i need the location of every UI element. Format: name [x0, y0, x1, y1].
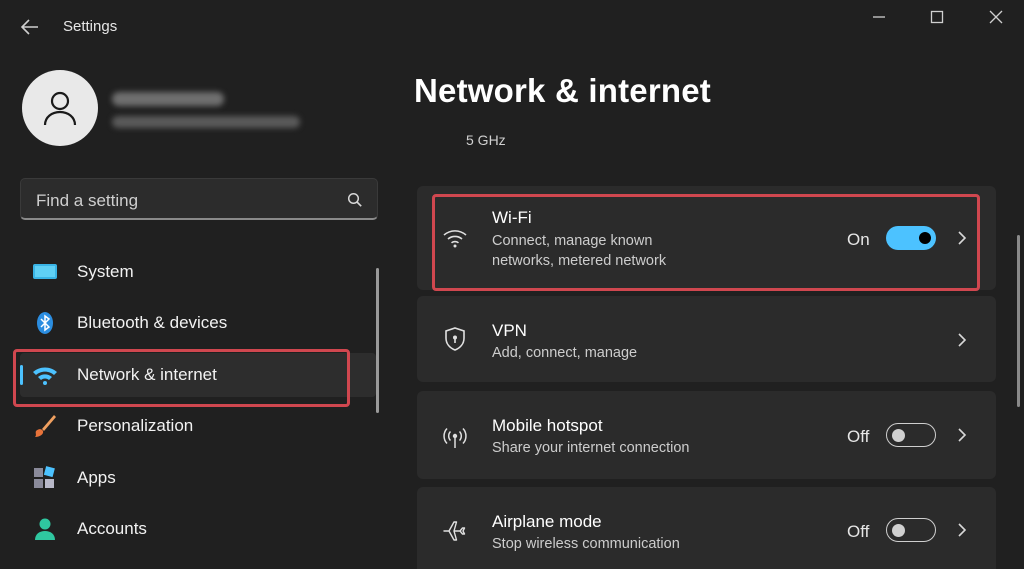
mobile-hotspot-toggle[interactable] [886, 423, 936, 447]
minimize-button[interactable] [864, 6, 894, 28]
chevron-right-icon [958, 231, 967, 245]
airplane-mode-state: Off [847, 522, 870, 541]
account-name [112, 92, 224, 106]
wifi-toggle[interactable] [886, 226, 936, 250]
avatar[interactable] [22, 70, 98, 146]
vpn-title: VPN [492, 321, 527, 340]
maximize-icon [930, 10, 944, 24]
mobile-hotspot-state: Off [847, 427, 870, 446]
account-email [112, 116, 300, 128]
sidebar-item-system[interactable]: System [20, 250, 376, 294]
person-icon [43, 91, 77, 126]
wifi-icon [443, 230, 467, 248]
search-input[interactable]: Find a setting [20, 178, 378, 220]
airplane-mode-toggle[interactable] [886, 518, 936, 542]
wifi-card[interactable]: Wi-Fi Connect, manage known networks, me… [417, 186, 996, 290]
sidebar-item-label: System [77, 262, 134, 281]
sidebar-item-label: Bluetooth & devices [77, 313, 228, 332]
sidebar-item-personalization[interactable]: Personalization [20, 404, 376, 448]
sidebar-item-network[interactable]: Network & internet [20, 353, 376, 397]
airplane-mode-card[interactable]: Airplane mode Stop wireless communicatio… [417, 487, 996, 569]
maximize-button[interactable] [922, 6, 952, 28]
back-button[interactable] [16, 14, 44, 40]
chevron-right-icon [958, 333, 967, 347]
toggle-knob [892, 428, 905, 442]
app-title: Settings [63, 18, 118, 35]
minimize-icon [873, 16, 885, 18]
sidebar-item-label: Apps [77, 468, 116, 487]
toggle-knob [919, 232, 931, 244]
wifi-icon [33, 367, 57, 385]
airplane-icon [443, 521, 466, 541]
hotspot-icon [443, 427, 467, 448]
sidebar-item-accounts[interactable]: Accounts [20, 507, 376, 551]
shield-icon [445, 327, 465, 351]
airplane-mode-title: Airplane mode [492, 512, 602, 531]
apps-icon [34, 466, 55, 488]
sidebar-item-label: Network & internet [77, 365, 217, 384]
mobile-hotspot-title: Mobile hotspot [492, 416, 603, 435]
sidebar-scrollbar[interactable] [376, 268, 379, 413]
page-subtitle: 5 GHz [466, 132, 506, 148]
sidebar-item-apps[interactable]: Apps [20, 456, 376, 500]
toggle-knob [892, 523, 905, 537]
bluetooth-icon [37, 312, 53, 334]
vpn-card[interactable]: VPN Add, connect, manage [417, 296, 996, 382]
brush-icon [35, 415, 56, 437]
system-icon [33, 264, 57, 279]
accounts-icon [35, 518, 55, 540]
selection-indicator [20, 365, 23, 385]
title-bar: Settings [0, 0, 1024, 54]
wifi-title: Wi-Fi [492, 208, 532, 227]
mobile-hotspot-description: Share your internet connection [492, 440, 690, 456]
chevron-right-icon [958, 523, 967, 537]
chevron-right-icon [958, 428, 967, 442]
sidebar-item-bluetooth[interactable]: Bluetooth & devices [20, 301, 376, 345]
search-icon [347, 192, 362, 207]
main-scrollbar[interactable] [1017, 235, 1020, 407]
airplane-mode-description: Stop wireless communication [492, 536, 680, 552]
back-arrow-icon [20, 19, 38, 35]
sidebar-item-label: Personalization [77, 416, 194, 435]
sidebar-item-label: Accounts [77, 519, 147, 538]
wifi-state: On [847, 230, 870, 249]
wifi-description: Connect, manage known networks, metered … [492, 233, 667, 269]
close-icon [989, 10, 1003, 24]
vpn-description: Add, connect, manage [492, 345, 638, 361]
close-button[interactable] [981, 6, 1011, 28]
mobile-hotspot-card[interactable]: Mobile hotspot Share your internet conne… [417, 391, 996, 479]
page-title: Network & internet [414, 72, 711, 109]
search-placeholder: Find a setting [36, 191, 139, 210]
